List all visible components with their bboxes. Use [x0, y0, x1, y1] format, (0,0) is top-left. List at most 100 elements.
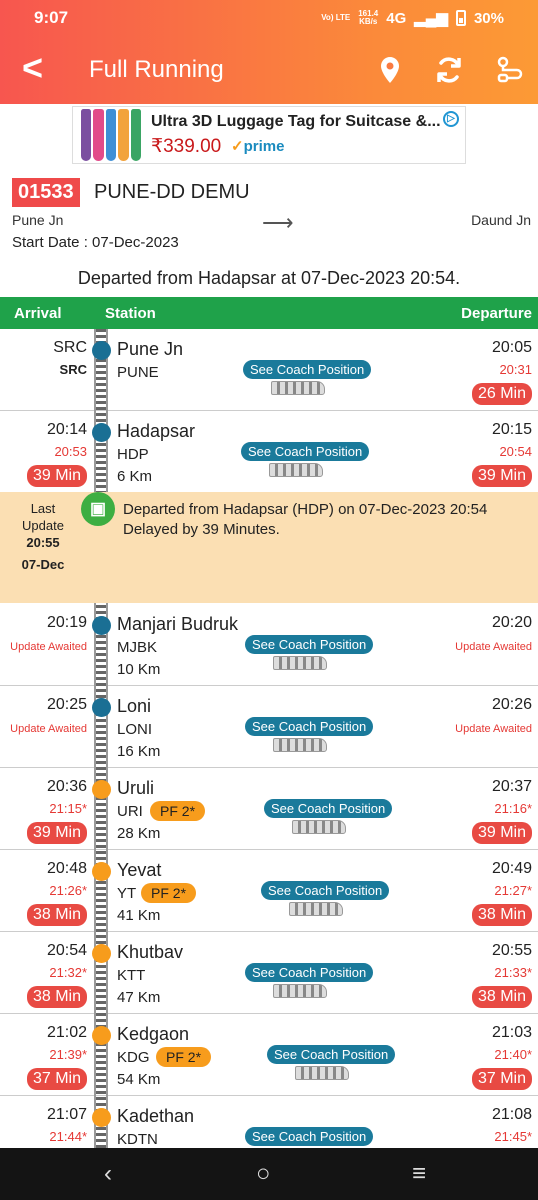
ad-choices-icon[interactable]: ▷: [443, 111, 459, 127]
station-dot-icon: [92, 944, 111, 963]
platform-badge: PF 2*: [141, 883, 197, 903]
status-icons: Vo) LTE 161.4 KB/s 4G ▂▄▆ 30%: [321, 9, 504, 28]
station-dot-icon: [92, 616, 111, 635]
header-station: Station: [105, 305, 156, 322]
scheduled-departure: 20:15: [491, 421, 532, 438]
ad-banner[interactable]: Ultra 3D Luggage Tag for Suitcase &... ₹…: [72, 106, 466, 164]
nav-back-button[interactable]: ‹: [104, 1160, 112, 1188]
station-name: Khutbav: [117, 942, 184, 962]
actual-departure: 21:45*: [494, 1129, 532, 1144]
battery-level: 30%: [473, 9, 504, 27]
see-coach-position-button[interactable]: See Coach Position: [264, 799, 393, 818]
ad-thumb-swatch: [81, 109, 92, 161]
train-coach-icon: [292, 820, 346, 834]
station-code: KDG: [117, 1049, 150, 1066]
see-coach-position-button[interactable]: See Coach Position: [241, 442, 370, 461]
update-awaited-arrival: Update Awaited: [10, 723, 87, 735]
station-distance: 54 Km: [117, 1071, 161, 1088]
start-date: Start Date : 07-Dec-2023: [12, 234, 179, 251]
station-name: Manjari Budruk: [117, 614, 239, 634]
rail-track: [94, 329, 108, 1200]
station-dot-icon: [92, 862, 111, 881]
station-row: 21:02 21:39* 21:40* 37 Min 21:03 37 Min Kedgao…: [0, 1014, 538, 1096]
status-bar: 9:07 Vo) LTE 161.4 KB/s 4G ▂▄▆ 30%: [0, 0, 538, 36]
station-code: URI: [117, 803, 143, 820]
scheduled-departure: 20:55: [491, 942, 532, 959]
see-coach-position-button[interactable]: See Coach Position: [245, 1127, 374, 1146]
see-coach-position-button[interactable]: See Coach Position: [261, 881, 390, 900]
volte-indicator: Vo) LTE: [321, 13, 351, 22]
see-coach-position-button[interactable]: See Coach Position: [267, 1045, 396, 1064]
actual-arrival: 20:53: [54, 444, 87, 459]
scheduled-arrival: 20:19: [46, 614, 87, 631]
nav-menu-button[interactable]: ≡: [412, 1160, 426, 1188]
train-coach-icon: [273, 738, 327, 752]
arrow-right-icon: ⟶: [262, 210, 294, 235]
platform-badge: PF 2*: [156, 1047, 212, 1067]
station-row: 20:36 21:15* 21:16* 39 Min 20:37 39 Min Uruli U…: [0, 768, 538, 850]
departure-delay-badge: 26 Min: [471, 383, 532, 405]
actual-departure: 20:54: [499, 444, 532, 459]
departure-delay-badge: 39 Min: [471, 465, 532, 487]
source-station: Pune Jn: [12, 212, 64, 228]
refresh-icon[interactable]: [433, 54, 465, 86]
station-code: LONI: [117, 721, 153, 738]
station-row: 20:19 Update Awaited Update Awaited 20:20 Ma…: [0, 604, 538, 686]
back-arrow-icon[interactable]: <: [22, 48, 43, 88]
ad-thumb-swatch: [118, 109, 129, 161]
actual-arrival: 21:44*: [49, 1129, 87, 1144]
scheduled-departure: 21:08: [491, 1106, 532, 1123]
station-row: 20:25 Update Awaited Update Awaited 20:26 Lo…: [0, 686, 538, 768]
actual-arrival: 21:32*: [49, 965, 87, 980]
see-coach-position-button[interactable]: See Coach Position: [245, 717, 374, 736]
train-coach-icon: [273, 984, 327, 998]
update-awaited-departure: Update Awaited: [455, 723, 532, 735]
station-distance: 28 Km: [117, 825, 161, 842]
station-dot-icon: [92, 423, 111, 442]
station-row: SRC SRC 20:31 20:05 26 Min Pune Jn PUNE See Coa…: [0, 329, 538, 411]
scheduled-departure: 21:03: [491, 1024, 532, 1041]
station-distance: 6 Km: [117, 468, 153, 485]
scheduled-arrival: 20:14: [46, 421, 87, 438]
station-distance: 16 Km: [117, 743, 161, 760]
arrival-delay-badge: 39 Min: [26, 465, 87, 487]
route-icon[interactable]: [494, 54, 526, 86]
train-coach-icon: [289, 902, 343, 916]
see-coach-position-button[interactable]: See Coach Position: [243, 360, 372, 379]
station-name: Pune Jn: [117, 339, 184, 359]
scheduled-departure: 20:20: [491, 614, 532, 631]
ad-price: ₹339.00: [151, 136, 222, 157]
arrival-delay-badge: 38 Min: [26, 904, 87, 926]
station-row: 20:48 21:26* 21:27* 38 Min 20:49 38 Min Yevat Y…: [0, 850, 538, 932]
scheduled-arrival: 20:25: [46, 696, 87, 713]
nav-home-button[interactable]: ○: [256, 1160, 271, 1188]
arrival-delay-badge: 39 Min: [26, 822, 87, 844]
departed-status: Departed from Hadapsar at 07-Dec-2023 20…: [77, 268, 461, 288]
train-coach-icon: [295, 1066, 349, 1080]
station-code: HDP: [117, 446, 149, 463]
departure-delay-badge: 39 Min: [471, 822, 532, 844]
scheduled-departure: 20:37: [491, 778, 532, 795]
scheduled-arrival: 21:02: [46, 1024, 87, 1041]
station-code: KDTN: [117, 1131, 158, 1148]
station-code: YT: [117, 885, 137, 902]
see-coach-position-button[interactable]: See Coach Position: [245, 963, 374, 982]
scheduled-departure: 20:05: [491, 339, 532, 356]
actual-departure: 21:16*: [494, 801, 532, 816]
train-coach-icon: [269, 463, 323, 477]
actual-departure: 21:33*: [494, 965, 532, 980]
station-code: MJBK: [117, 639, 158, 656]
train-number: 01533: [12, 178, 80, 207]
ad-headline: Ultra 3D Luggage Tag for Suitcase &...: [151, 113, 441, 130]
ad-thumb-swatch: [93, 109, 104, 161]
arrival-delay-badge: 37 Min: [26, 1068, 87, 1090]
live-update-message: Departed from Hadapsar (HDP) on 07-Dec-2…: [123, 501, 488, 538]
ad-thumb-swatch: [105, 109, 117, 161]
update-awaited-arrival: Update Awaited: [10, 641, 87, 653]
location-pin-icon[interactable]: [374, 54, 406, 86]
station-dot-icon: [92, 780, 111, 799]
train-name: PUNE-DD DEMU: [94, 181, 250, 203]
see-coach-position-button[interactable]: See Coach Position: [245, 635, 374, 654]
actual-departure: 21:27*: [494, 883, 532, 898]
station-name: Yevat: [117, 860, 162, 880]
